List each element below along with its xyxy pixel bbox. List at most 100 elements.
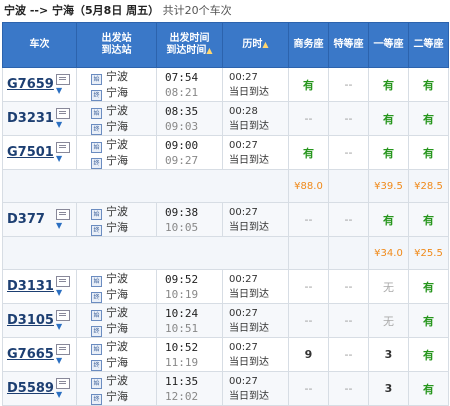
to-station: 宁海 [106,220,128,234]
start-station-icon: 始 [91,309,102,321]
expand-arrow-icon[interactable]: ▼ [56,390,70,400]
arrival-day: 当日到达 [229,120,269,132]
train-number[interactable]: D3231 [7,111,54,126]
seat-first[interactable]: 3 [368,337,409,372]
seat-second[interactable]: 有 [408,101,449,136]
card-icon[interactable] [56,378,70,389]
expand-arrow-icon[interactable]: ▼ [56,356,70,366]
time-cell: 11:35 12:02 [156,371,223,406]
seat-business: -- [288,202,329,237]
train-number[interactable]: D3131 [7,279,54,294]
time-cell: 08:35 09:03 [156,101,223,136]
expand-arrow-icon[interactable]: ▼ [56,322,70,332]
expand-arrow-icon[interactable]: ▼ [56,120,70,130]
duration: 00:27 [229,307,258,319]
train-number[interactable]: D3105 [7,313,54,328]
to-station: 宁海 [106,355,128,369]
seat-premium: -- [328,101,369,136]
expand-arrow-icon[interactable]: ▼ [56,288,70,298]
duration-cell: 00:27 当日到达 [222,303,289,338]
train-cell: G7659 ▼ [2,67,77,102]
col-train[interactable]: 车次 [2,22,77,68]
depart-time: 09:38 [165,205,199,219]
seat-second[interactable]: 有 [408,269,449,304]
arrive-time: 08:21 [165,85,199,99]
seat-second[interactable]: 有 [408,371,449,406]
col-stations[interactable]: 出发站 到达站 [76,22,157,68]
train-number[interactable]: D377 [7,212,45,227]
arrive-time: 12:02 [165,389,199,403]
card-icon[interactable] [56,344,70,355]
col-duration[interactable]: 历时▲ [222,22,289,68]
train-number[interactable]: D5589 [7,381,54,396]
arrive-time: 10:51 [165,321,199,335]
col-business: 商务座 [288,22,329,68]
seat-premium: -- [328,135,369,170]
seat-first[interactable]: 有 [368,101,409,136]
sort-icon[interactable]: ▲ [206,46,212,55]
table-row: G7665 ▼ 始宁波终宁海 10:52 11:19 00:27 当日到达 9 -- 3 有 [2,337,449,372]
arrival-day: 当日到达 [229,154,269,166]
depart-time: 10:52 [165,340,199,354]
train-number[interactable]: G7665 [7,347,54,362]
card-icon[interactable] [56,108,70,119]
card-icon[interactable] [56,209,70,220]
table-row: D377 ▼ 始宁波终宁海 09:38 10:05 00:27 当日到达 -- -- 有有 [2,202,449,237]
result-count: 共计20个车次 [162,4,232,17]
route-title: 宁波 --> 宁海（5月8日 周五） [4,4,160,17]
seat-first[interactable]: 有 [368,67,409,102]
arrival-day: 当日到达 [229,221,269,233]
seat-second[interactable]: 有 [408,202,449,237]
seat-premium: -- [328,303,369,338]
seat-business[interactable]: 有 [288,135,329,170]
table-row: G7659 ▼ 始宁波终宁海 07:54 08:21 00:27 当日到达有 -- 有有 [2,67,449,102]
seat-premium: -- [328,371,369,406]
depart-time: 09:52 [165,272,199,286]
price-premium [328,169,369,203]
expand-arrow-icon[interactable]: ▼ [56,221,70,231]
seat-second[interactable]: 有 [408,135,449,170]
seat-second[interactable]: 有 [408,303,449,338]
card-icon[interactable] [56,310,70,321]
col-premium: 特等座 [328,22,369,68]
seat-first[interactable]: 3 [368,371,409,406]
card-icon[interactable] [56,142,70,153]
from-station: 宁波 [106,69,128,83]
seat-first[interactable]: 有 [368,202,409,237]
table-row: D3105 ▼ 始宁波终宁海 10:24 10:51 00:27 当日到达 -- -- 无有 [2,303,449,338]
train-table: 车次 出发站 到达站 出发时间 到达时间▲ 历时▲ 商务座 特等座 一等座 二等… [2,22,449,406]
station-cell: 始宁波终宁海 [76,202,157,237]
start-station-icon: 始 [91,377,102,389]
train-cell: G7665 ▼ [2,337,77,372]
seat-second[interactable]: 有 [408,337,449,372]
seat-business[interactable]: 有 [288,67,329,102]
card-icon[interactable] [56,74,70,85]
end-station-icon: 终 [91,359,102,371]
train-cell: D3231 ▼ [2,101,77,136]
time-cell: 07:54 08:21 [156,67,223,102]
seat-business[interactable]: 9 [288,337,329,372]
station-cell: 始宁波终宁海 [76,269,157,304]
time-cell: 09:52 10:19 [156,269,223,304]
expand-arrow-icon[interactable]: ▼ [56,154,70,164]
station-cell: 始宁波终宁海 [76,67,157,102]
train-cell: D3131 ▼ [2,269,77,304]
price-second: ¥28.5 [408,169,449,203]
sort-icon[interactable]: ▲ [262,40,268,49]
card-icon[interactable] [56,276,70,287]
time-cell: 10:24 10:51 [156,303,223,338]
table-row: D3131 ▼ 始宁波终宁海 09:52 10:19 00:27 当日到达 -- -- 无有 [2,269,449,304]
duration: 00:27 [229,206,258,218]
to-station: 宁海 [106,85,128,99]
expand-arrow-icon[interactable]: ▼ [56,86,70,96]
seat-first[interactable]: 有 [368,135,409,170]
seat-business: -- [288,303,329,338]
train-number[interactable]: G7501 [7,145,54,160]
end-station-icon: 终 [91,325,102,337]
from-station: 宁波 [106,339,128,353]
train-number[interactable]: G7659 [7,77,54,92]
seat-second[interactable]: 有 [408,67,449,102]
col-times[interactable]: 出发时间 到达时间▲ [156,22,223,68]
seat-business: -- [288,101,329,136]
price-business: ¥88.0 [288,169,329,203]
